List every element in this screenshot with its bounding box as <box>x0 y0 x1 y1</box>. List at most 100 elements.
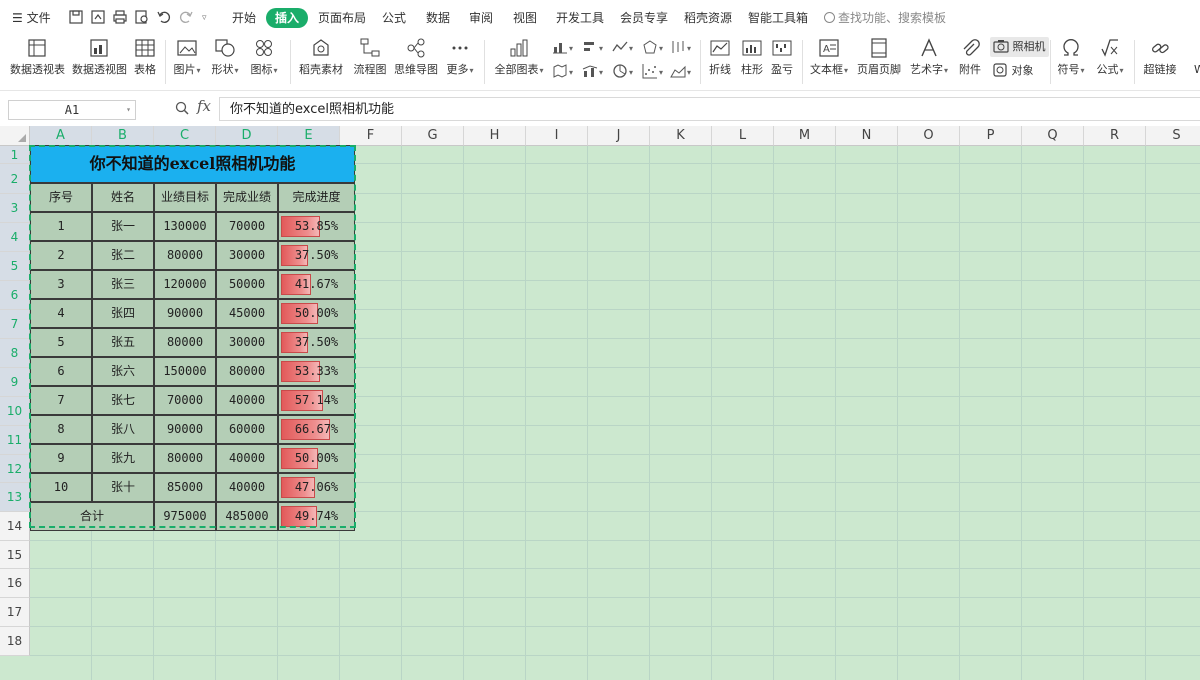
line-chart-dropdown[interactable]: ▾ <box>612 38 633 58</box>
row-header-3[interactable]: 3 <box>0 194 30 223</box>
tab-insert[interactable]: 插入 <box>266 8 309 28</box>
column-header-n[interactable]: N <box>836 126 898 146</box>
tab-docer[interactable]: 稻壳资源 <box>684 8 732 28</box>
flowchart-button[interactable]: 流程图 <box>352 37 388 87</box>
row-header-5[interactable]: 5 <box>0 252 30 281</box>
print-icon[interactable] <box>112 9 128 25</box>
select-all-corner[interactable] <box>0 126 30 146</box>
zoom-formula-icon[interactable] <box>174 100 190 116</box>
textbox-button[interactable]: A 文本框▾ <box>808 37 850 87</box>
tab-developer[interactable]: 开发工具 <box>556 8 604 28</box>
undo-icon[interactable] <box>156 9 172 25</box>
docer-material-button[interactable]: 稻壳素材 <box>298 37 344 87</box>
stock-chart-dropdown[interactable]: ▾ <box>670 38 691 58</box>
line-sparkline-button[interactable]: 折线 <box>706 37 734 87</box>
column-header-p[interactable]: P <box>960 126 1022 146</box>
row-header-1[interactable]: 1 <box>0 146 30 164</box>
column-header-b[interactable]: B <box>92 126 154 146</box>
row-header-14[interactable]: 14 <box>0 512 30 541</box>
column-header-h[interactable]: H <box>464 126 526 146</box>
row-header-9[interactable]: 9 <box>0 368 30 397</box>
pivot-table-button[interactable]: 数据透视表 <box>10 37 65 87</box>
row-header-7[interactable]: 7 <box>0 310 30 339</box>
picture-button[interactable]: 图片▾ <box>172 37 202 87</box>
attachment-button[interactable]: 附件 <box>956 37 984 87</box>
row-header-4[interactable]: 4 <box>0 223 30 252</box>
map-chart-dropdown[interactable]: ▾ <box>552 62 573 82</box>
export-pdf-icon[interactable] <box>90 9 106 25</box>
formula-button[interactable]: 公式▾ <box>1094 37 1126 87</box>
wordart-button[interactable]: 艺术字▾ <box>908 37 950 87</box>
tab-view[interactable]: 视图 <box>513 8 537 28</box>
bar-chart-dropdown[interactable]: ▾ <box>582 38 603 58</box>
column-header-j[interactable]: J <box>588 126 650 146</box>
column-header-f[interactable]: F <box>340 126 402 146</box>
radar-chart-dropdown[interactable]: ▾ <box>642 38 663 58</box>
column-header-g[interactable]: G <box>402 126 464 146</box>
camera-picture[interactable]: 你不知道的excel照相机功能 序号 姓名 业绩目标 完成业绩 完成进度 1 张一 13000… <box>30 145 355 531</box>
tab-data[interactable]: 数据 <box>426 8 450 28</box>
chevron-down-icon[interactable]: ▾ <box>126 101 131 119</box>
row-header-18[interactable]: 18 <box>0 627 30 656</box>
column-header-k[interactable]: K <box>650 126 712 146</box>
column-header-o[interactable]: O <box>898 126 960 146</box>
insert-function-button[interactable]: fx <box>197 97 211 115</box>
column-header-s[interactable]: S <box>1146 126 1200 146</box>
row-header-11[interactable]: 11 <box>0 426 30 455</box>
header-footer-button[interactable]: 页眉页脚 <box>856 37 902 87</box>
quick-access-dropdown-icon[interactable]: ▿ <box>202 8 207 28</box>
tab-page-layout[interactable]: 页面布局 <box>318 8 366 28</box>
column-header-q[interactable]: Q <box>1022 126 1084 146</box>
row-header-8[interactable]: 8 <box>0 339 30 368</box>
row-header-17[interactable]: 17 <box>0 598 30 627</box>
row-header-16[interactable]: 16 <box>0 569 30 598</box>
feature-search[interactable]: 查找功能、搜索模板 <box>824 8 946 28</box>
tab-member[interactable]: 会员专享 <box>620 8 668 28</box>
column-header-m[interactable]: M <box>774 126 836 146</box>
column-sparkline-button[interactable]: 柱形 <box>738 37 766 87</box>
all-charts-button[interactable]: 全部图表▾ <box>492 37 546 87</box>
formula-input[interactable]: 你不知道的excel照相机功能 <box>219 97 1200 121</box>
hyperlink-button[interactable]: 超链接 <box>1142 37 1178 87</box>
row-header-15[interactable]: 15 <box>0 541 30 569</box>
row-header-2[interactable]: 2 <box>0 164 30 194</box>
file-menu[interactable]: ☰ 文件 <box>12 8 51 28</box>
row-header-13[interactable]: 13 <box>0 483 30 512</box>
camera-button[interactable]: 照相机 <box>990 37 1049 57</box>
redo-icon[interactable] <box>178 9 194 25</box>
tab-formulas[interactable]: 公式 <box>382 8 406 28</box>
row-header-6[interactable]: 6 <box>0 281 30 310</box>
row-header-10[interactable]: 10 <box>0 397 30 426</box>
worksheet-grid[interactable]: ABCDEFGHIJKLMNOPQRS 1 2 3 4 5 6 7 8 9 10 11 12 13 14 1… <box>0 126 1200 680</box>
column-header-a[interactable]: A <box>30 126 92 146</box>
tab-home[interactable]: 开始 <box>232 8 256 28</box>
column-chart-dropdown[interactable]: ▾ <box>552 38 573 58</box>
area-chart-dropdown[interactable]: ▾ <box>670 62 691 82</box>
mindmap-button[interactable]: 思维导图 <box>394 37 438 87</box>
shape-button[interactable]: 形状▾ <box>210 37 240 87</box>
save-icon[interactable] <box>68 9 84 25</box>
icons-button[interactable]: 图标▾ <box>248 37 280 87</box>
pivot-chart-button[interactable]: 数据透视图 <box>72 37 127 87</box>
object-button[interactable]: 对象 <box>992 61 1034 81</box>
symbol-button[interactable]: 符号▾ <box>1055 37 1087 87</box>
cut-off-button[interactable]: WI <box>1186 37 1200 87</box>
winloss-sparkline-button[interactable]: 盈亏 <box>768 37 796 87</box>
tab-review[interactable]: 审阅 <box>469 8 493 28</box>
pie-chart-dropdown[interactable]: ▾ <box>612 62 633 82</box>
print-preview-icon[interactable] <box>134 9 150 25</box>
table-button[interactable]: 表格 <box>132 37 158 87</box>
column-header-d[interactable]: D <box>216 126 278 146</box>
column-header-i[interactable]: I <box>526 126 588 146</box>
more-button[interactable]: 更多▾ <box>444 37 476 87</box>
column-header-r[interactable]: R <box>1084 126 1146 146</box>
column-header-l[interactable]: L <box>712 126 774 146</box>
column-header-e[interactable]: E <box>278 126 340 146</box>
scatter-chart-dropdown[interactable]: ▾ <box>642 62 663 82</box>
combo-chart-dropdown[interactable]: ▾ <box>582 62 603 82</box>
name-box[interactable]: A1 ▾ <box>8 100 136 120</box>
tab-smart-toolbox[interactable]: 智能工具箱 <box>748 8 808 28</box>
horizontal-bar-icon <box>584 42 594 51</box>
column-header-c[interactable]: C <box>154 126 216 146</box>
row-header-12[interactable]: 12 <box>0 455 30 483</box>
